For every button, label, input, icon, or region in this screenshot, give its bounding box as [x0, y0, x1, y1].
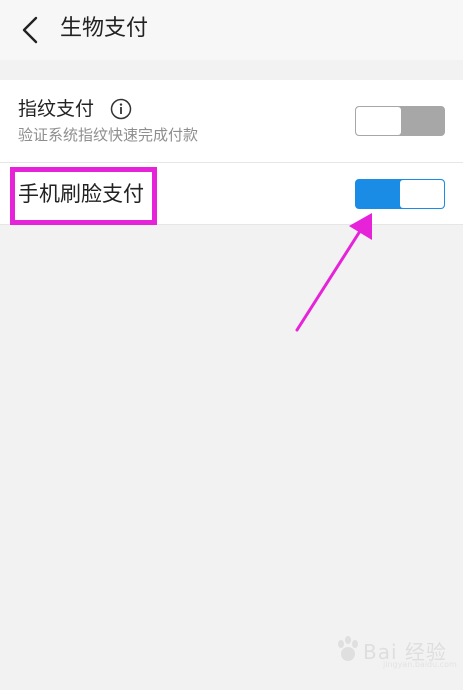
toggle-knob: [356, 107, 401, 135]
settings-list: 指纹支付 验证系统指纹快速完成付款 手机刷脸支付: [0, 80, 463, 225]
back-arrow-icon[interactable]: [14, 12, 50, 48]
face-pay-toggle[interactable]: [355, 179, 445, 209]
fingerprint-pay-toggle[interactable]: [355, 106, 445, 136]
page-title: 生物支付: [60, 16, 149, 41]
fingerprint-pay-row: 指纹支付 验证系统指纹快速完成付款: [0, 80, 463, 163]
fingerprint-pay-label: 指纹支付: [18, 98, 95, 120]
toggle-knob: [400, 180, 444, 208]
fingerprint-pay-description: 验证系统指纹快速完成付款: [18, 126, 199, 144]
watermark-url: jingyan.baidu.com: [383, 660, 457, 669]
face-pay-label: 手机刷脸支付: [18, 182, 144, 206]
top-bar: 生物支付: [0, 0, 463, 60]
info-icon[interactable]: [110, 98, 132, 120]
paw-logo-icon: [338, 636, 358, 661]
face-pay-row: 手机刷脸支付: [0, 163, 463, 225]
baidu-watermark: Bai 经验 jingyan.baidu.com: [333, 634, 457, 670]
